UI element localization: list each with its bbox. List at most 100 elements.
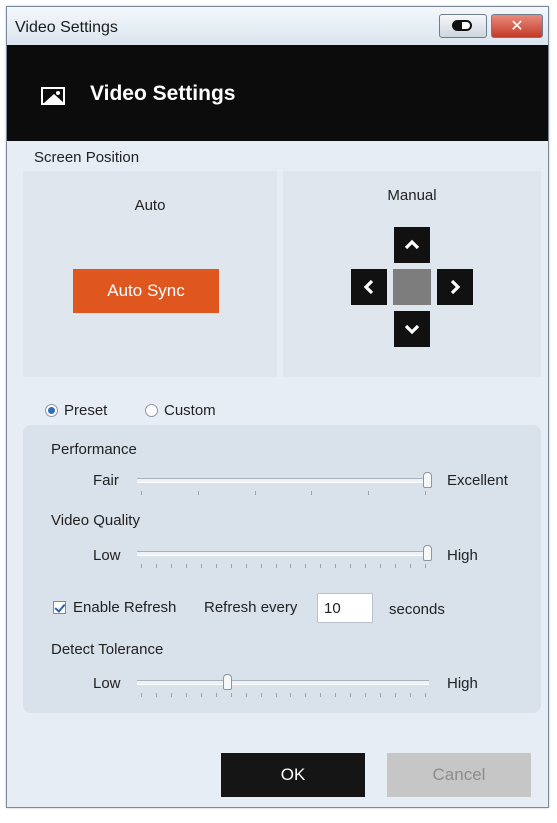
slider-tick xyxy=(320,693,322,697)
slider-tick xyxy=(335,564,337,568)
slider-tick xyxy=(275,564,277,568)
detect-tolerance-slider-track[interactable] xyxy=(137,680,429,685)
slider-tick xyxy=(200,564,202,568)
dpad-center xyxy=(393,269,431,305)
toggle-icon xyxy=(452,20,472,31)
slider-tick xyxy=(155,564,157,568)
slider-tick xyxy=(260,693,262,697)
slider-tick xyxy=(380,564,382,568)
slider-tick xyxy=(197,491,199,495)
arrow-left-icon xyxy=(363,279,374,295)
auto-title: Auto xyxy=(134,197,166,214)
custom-radio-dot[interactable] xyxy=(145,404,158,417)
slider-tick xyxy=(141,693,142,697)
slider-tick xyxy=(275,693,277,697)
slider-tick xyxy=(365,564,367,568)
slider-tick xyxy=(185,564,187,568)
slider-tick xyxy=(380,693,382,697)
arrow-right-icon xyxy=(450,279,461,295)
manual-panel: Manual xyxy=(283,171,541,377)
video-quality-slider-thumb[interactable] xyxy=(423,545,432,561)
move-left-button[interactable] xyxy=(351,269,387,305)
slider-tick xyxy=(410,693,412,697)
arrow-up-icon xyxy=(404,239,420,250)
video-quality-label: Video Quality xyxy=(51,512,140,529)
toggle-view-button[interactable] xyxy=(439,14,487,38)
slider-tick xyxy=(305,693,307,697)
title-bar[interactable]: Video Settings ✕ xyxy=(7,7,548,45)
detect-tolerance-label: Detect Tolerance xyxy=(51,641,164,658)
slider-tick xyxy=(425,491,426,495)
slider-tick xyxy=(245,564,247,568)
slider-tick xyxy=(320,564,322,568)
slider-tick xyxy=(185,693,187,697)
auto-sync-button[interactable]: Auto Sync xyxy=(73,269,219,313)
slider-tick xyxy=(245,693,247,697)
slider-tick xyxy=(260,564,262,568)
slider-tick xyxy=(290,693,292,697)
slider-tick xyxy=(141,491,142,495)
video-settings-window: Video Settings ✕ Video Settings Screen P… xyxy=(6,6,549,808)
slider-tick xyxy=(425,693,426,697)
slider-tick xyxy=(230,564,232,568)
slider-tick xyxy=(335,693,337,697)
slider-tick xyxy=(200,693,202,697)
video-quality-max-label: High xyxy=(447,547,478,564)
slider-tick xyxy=(290,564,292,568)
screen-position-label: Screen Position xyxy=(34,149,140,166)
slider-tick xyxy=(395,693,397,697)
custom-radio[interactable]: Custom xyxy=(145,402,216,419)
cancel-button[interactable]: Cancel xyxy=(387,753,531,797)
enable-refresh-checkbox[interactable] xyxy=(53,601,66,614)
performance-min-label: Fair xyxy=(93,472,119,489)
move-right-button[interactable] xyxy=(437,269,473,305)
auto-panel: Auto Auto Sync xyxy=(23,171,277,377)
slider-tick xyxy=(170,564,172,568)
header-title: Video Settings xyxy=(90,82,236,105)
detect-tolerance-min-label: Low xyxy=(93,675,121,692)
ok-button[interactable]: OK xyxy=(221,753,365,797)
slider-tick xyxy=(368,491,370,495)
slider-tick xyxy=(410,564,412,568)
performance-label: Performance xyxy=(51,441,137,458)
seconds-label: seconds xyxy=(389,601,445,618)
refresh-interval-input[interactable] xyxy=(317,593,373,623)
header-banner: Video Settings xyxy=(7,45,548,141)
slider-tick xyxy=(170,693,172,697)
slider-tick xyxy=(311,491,313,495)
preset-radio[interactable]: Preset xyxy=(45,402,107,419)
close-button[interactable]: ✕ xyxy=(491,14,543,38)
preset-radio-dot[interactable] xyxy=(45,404,58,417)
slider-tick xyxy=(141,564,142,568)
move-up-button[interactable] xyxy=(394,227,430,263)
slider-tick xyxy=(350,564,352,568)
detect-tolerance-slider-thumb[interactable] xyxy=(222,674,232,690)
manual-title: Manual xyxy=(387,187,437,204)
performance-slider-thumb[interactable] xyxy=(423,472,432,488)
performance-max-label: Excellent xyxy=(447,472,508,489)
move-down-button[interactable] xyxy=(394,311,430,347)
slider-tick xyxy=(155,693,157,697)
slider-tick xyxy=(215,693,217,697)
slider-tick xyxy=(365,693,367,697)
detect-tolerance-max-label: High xyxy=(447,675,478,692)
quality-settings-box xyxy=(23,425,541,713)
picture-icon xyxy=(41,87,65,105)
enable-refresh-label: Enable Refresh xyxy=(73,599,177,616)
arrow-down-icon xyxy=(404,324,420,335)
slider-tick xyxy=(350,693,352,697)
refresh-every-label: Refresh every xyxy=(204,599,298,616)
video-quality-min-label: Low xyxy=(93,547,121,564)
performance-slider-track[interactable] xyxy=(137,478,429,483)
slider-tick xyxy=(254,491,256,495)
slider-tick xyxy=(215,564,217,568)
slider-tick xyxy=(230,693,232,697)
window-title: Video Settings xyxy=(15,19,118,36)
slider-tick xyxy=(305,564,307,568)
preset-label: Preset xyxy=(64,402,108,419)
custom-label: Custom xyxy=(164,402,216,419)
slider-tick xyxy=(395,564,397,568)
close-icon: ✕ xyxy=(510,18,524,35)
slider-tick xyxy=(425,564,426,568)
video-quality-slider-track[interactable] xyxy=(137,551,429,556)
